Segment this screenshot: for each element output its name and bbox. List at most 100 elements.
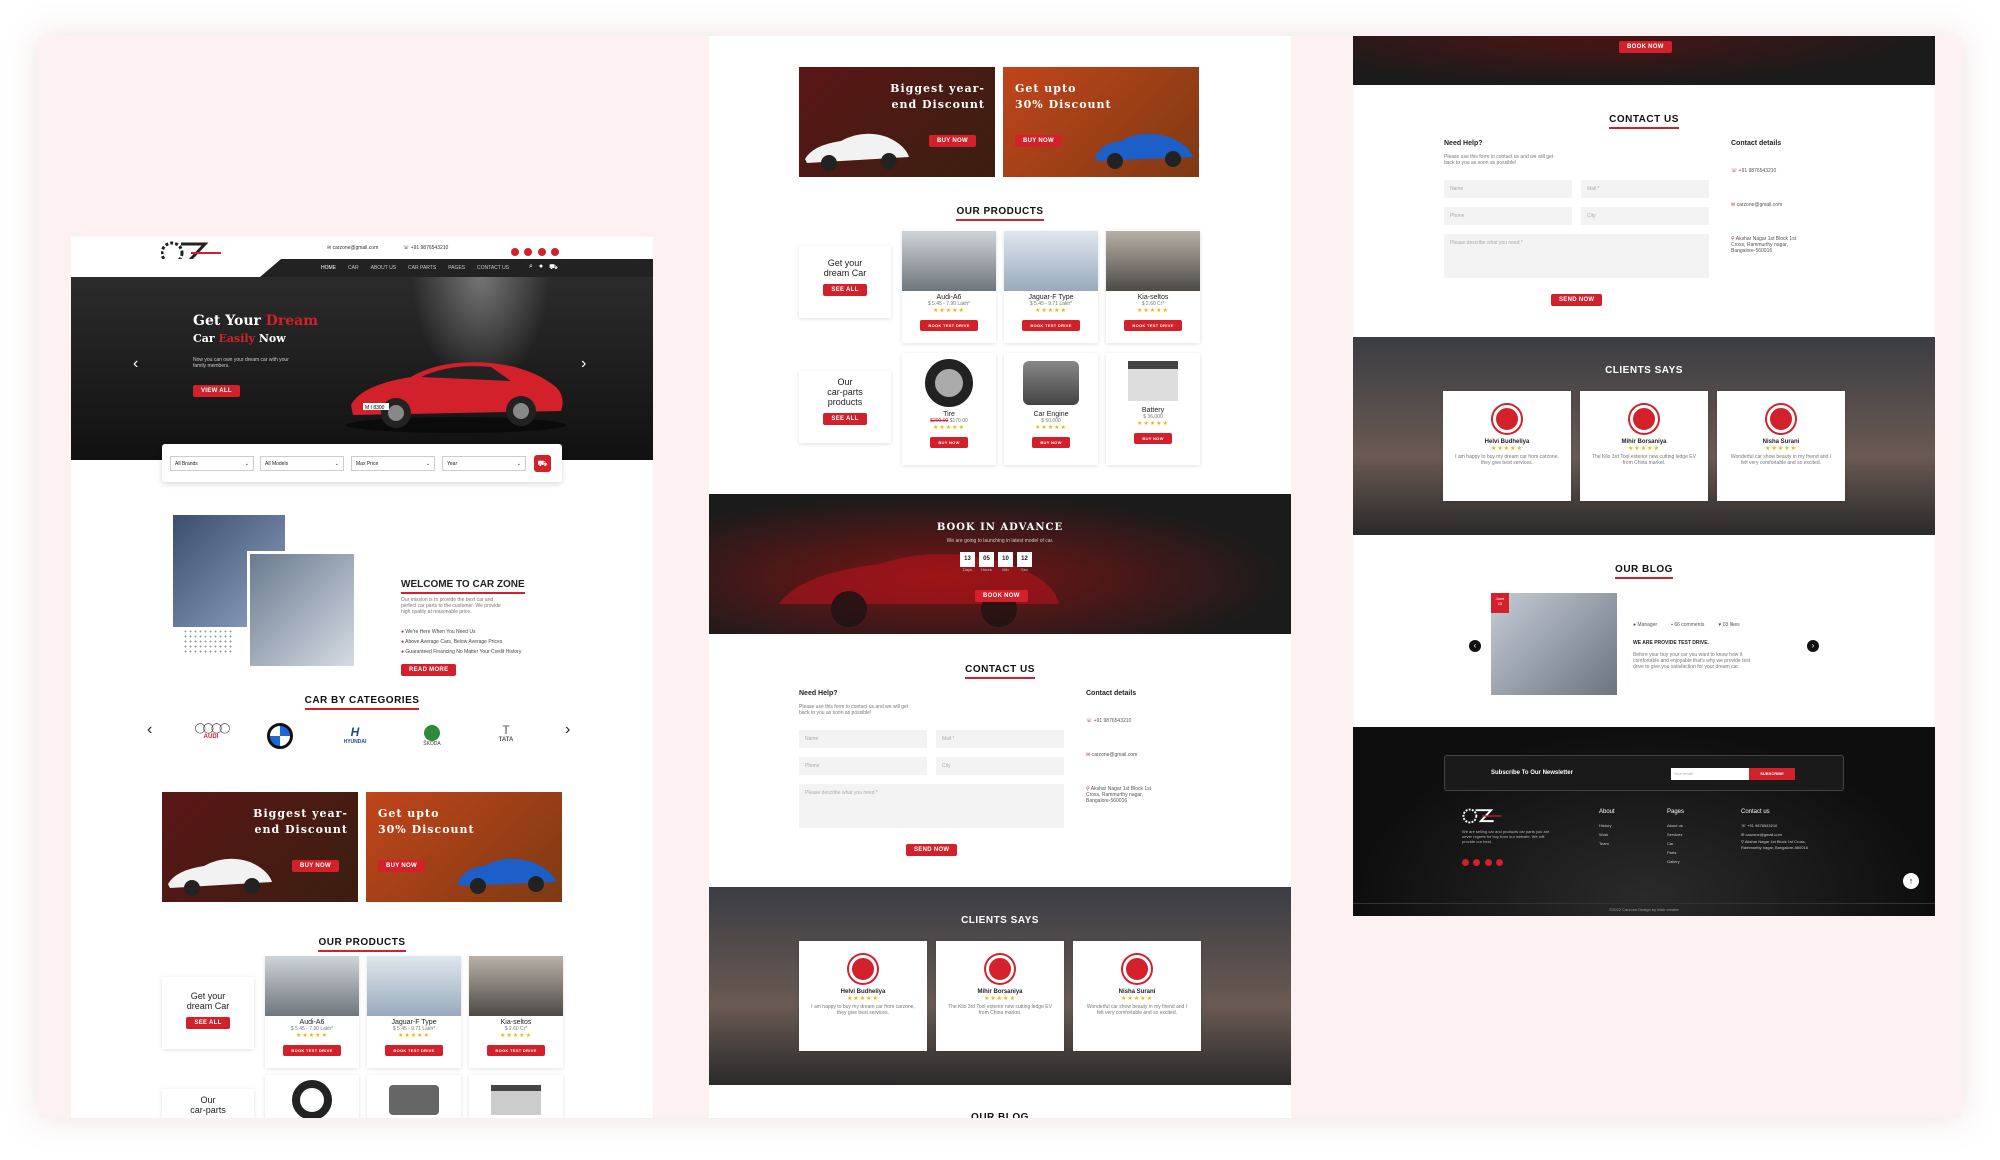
book-test-drive-button[interactable]: BOOK TEST DRIVE <box>487 1045 545 1056</box>
buy-now-button[interactable]: BUY NOW <box>930 437 968 448</box>
message-field[interactable]: Please describe what you need * <box>799 784 1064 828</box>
brand-bmw[interactable] <box>267 723 293 749</box>
contact-email[interactable]: ✉ carzone@gmail.com <box>1731 202 1782 208</box>
read-more-button[interactable]: READ MORE <box>401 664 457 676</box>
footer-link[interactable]: About us <box>1667 821 1684 830</box>
footer-link[interactable]: Parts <box>1667 848 1684 857</box>
part-card[interactable]: Tire $200.00 $170.00 ★★★★★ BUY NOW <box>902 353 996 465</box>
blog-prev-arrow[interactable]: ‹ <box>1469 640 1481 652</box>
part-card[interactable]: Car Engine $ 50,000 ★★★★★ BUY NOW <box>1004 353 1098 465</box>
hero-next-arrow[interactable]: › <box>581 355 586 373</box>
footer-link[interactable]: Work <box>1599 830 1615 839</box>
facebook-icon[interactable] <box>524 248 533 256</box>
product-card[interactable]: Kia-seltos $ 2.60 Cr* ★★★★★ BOOK TEST DR… <box>1106 231 1200 343</box>
book-now-button[interactable]: BOOK NOW <box>975 590 1028 602</box>
see-all-button[interactable]: SEE ALL <box>823 284 867 296</box>
blog-post-title[interactable]: WE ARE PROVIDE TEST DRIVE. <box>1633 640 1709 646</box>
book-test-drive-button[interactable]: BOOK TEST DRIVE <box>1124 320 1182 331</box>
part-card[interactable] <box>265 1075 359 1118</box>
book-test-drive-button[interactable]: BOOK TEST DRIVE <box>1022 320 1080 331</box>
blog-likes[interactable]: ♥ 03 likes <box>1718 622 1739 628</box>
name-field[interactable]: Name <box>1444 180 1572 198</box>
footer-logo[interactable] <box>1462 807 1506 830</box>
product-card[interactable]: Audi-A6 $ 5.45 - 7.90 Lakh* ★★★★★ BOOK T… <box>902 231 996 343</box>
footer-phone[interactable]: ☏ +91 9876543210 <box>1741 821 1821 830</box>
footer-link[interactable]: History <box>1599 821 1615 830</box>
brand-skoda[interactable]: ŠKODA <box>417 725 447 747</box>
header-email[interactable]: ✉ carzone@gmail.com <box>327 245 378 251</box>
contact-phone[interactable]: ☏ +91 9876543210 <box>1086 718 1131 724</box>
footer-email[interactable]: ✉ carzone@gmail.com <box>1741 830 1821 839</box>
contact-phone[interactable]: ☏ +91 9876543210 <box>1731 168 1776 174</box>
promo-30-discount[interactable]: Get upto 30% Discount BUY NOW <box>366 792 562 902</box>
youtube-icon[interactable] <box>1462 859 1469 866</box>
nav-contact[interactable]: CONTACT US <box>477 265 509 271</box>
cart-icon[interactable]: ⛟ <box>549 263 558 272</box>
year-select[interactable]: Year ⌄ <box>442 456 526 471</box>
buy-now-button[interactable]: BUY NOW <box>292 860 339 872</box>
name-field[interactable]: Name <box>799 730 927 748</box>
footer-link[interactable]: Team <box>1599 839 1615 848</box>
newsletter-email-input[interactable]: Your email <box>1671 768 1749 780</box>
nav-about[interactable]: ABOUT US <box>371 265 396 271</box>
instagram-icon[interactable] <box>1484 859 1492 866</box>
nav-car[interactable]: CAR <box>348 265 359 271</box>
facebook-icon[interactable] <box>1473 859 1481 866</box>
header-phone[interactable]: ☏ +91 9876543210 <box>403 245 448 251</box>
blog-author[interactable]: ● Manager <box>1633 622 1657 628</box>
send-now-button[interactable]: SEND NOW <box>1551 294 1603 306</box>
book-test-drive-button[interactable]: BOOK TEST DRIVE <box>385 1045 443 1056</box>
buy-now-button[interactable]: BUY NOW <box>929 135 976 147</box>
part-card[interactable] <box>367 1075 461 1118</box>
subscribe-button[interactable]: SUBSCRIBE <box>1749 768 1795 780</box>
model-select[interactable]: All Models ⌄ <box>260 456 344 471</box>
book-test-drive-button[interactable]: BOOK TEST DRIVE <box>283 1045 341 1056</box>
search-car-button[interactable]: ⛟ <box>534 455 551 472</box>
part-card[interactable] <box>469 1075 563 1118</box>
brand-hyundai[interactable]: H HYUNDAI <box>333 725 377 745</box>
brand-audi[interactable]: ◯◯◯◯ AUDI <box>189 723 233 740</box>
promo-year-end[interactable]: Biggest year-end Discount BUY NOW <box>799 67 995 177</box>
nav-car-parts[interactable]: CAR PARTS <box>408 265 436 271</box>
phone-field[interactable]: Phone <box>799 757 927 775</box>
product-card[interactable]: Jaguar-F Type $ 5.45 - 9.71 Lakh* ★★★★★ … <box>367 956 461 1068</box>
buy-now-button[interactable]: BUY NOW <box>378 860 425 872</box>
twitter-icon[interactable] <box>551 248 560 256</box>
book-now-button[interactable]: BOOK NOW <box>1619 41 1672 53</box>
phone-field[interactable]: Phone <box>1444 207 1572 225</box>
categories-next-arrow[interactable]: › <box>565 721 570 739</box>
footer-link[interactable]: Services <box>1667 830 1684 839</box>
price-select[interactable]: Max Price ⌄ <box>351 456 435 471</box>
city-field[interactable]: City <box>1581 207 1709 225</box>
product-card[interactable]: Audi-A6 $ 5.45 - 7.90 Lakh* ★★★★★ BOOK T… <box>265 956 359 1068</box>
buy-now-button[interactable]: BUY NOW <box>1015 135 1062 147</box>
contact-email[interactable]: ✉ carzone@gmail.com <box>1086 752 1137 758</box>
product-card[interactable]: Jaguar-F Type $ 5.45 - 9.71 Lakh* ★★★★★ … <box>1004 231 1098 343</box>
blog-next-arrow[interactable]: › <box>1807 640 1819 652</box>
city-field[interactable]: City <box>936 757 1064 775</box>
nav-home[interactable]: HOME <box>321 265 336 271</box>
product-card[interactable]: Kia-seltos $ 2.60 Cr* ★★★★★ BOOK TEST DR… <box>469 956 563 1068</box>
instagram-icon[interactable] <box>537 248 546 256</box>
blog-comments[interactable]: ▪ 66 comments <box>1671 622 1704 628</box>
user-icon[interactable]: ● <box>539 263 543 272</box>
see-all-button[interactable]: SEE ALL <box>186 1017 230 1029</box>
buy-now-button[interactable]: BUY NOW <box>1134 433 1172 444</box>
brand-tata[interactable]: T TATA <box>491 723 521 743</box>
buy-now-button[interactable]: BUY NOW <box>1032 437 1070 448</box>
see-all-button[interactable]: SEE ALL <box>823 413 867 425</box>
book-test-drive-button[interactable]: BOOK TEST DRIVE <box>920 320 978 331</box>
mail-field[interactable]: Mail * <box>1581 180 1709 198</box>
nav-pages[interactable]: PAGES <box>448 265 465 271</box>
mail-field[interactable]: Mail * <box>936 730 1064 748</box>
footer-link[interactable]: Gallery <box>1667 857 1684 866</box>
scroll-top-button[interactable]: ↑ <box>1903 873 1919 889</box>
hero-prev-arrow[interactable]: ‹ <box>133 355 138 373</box>
brand-select[interactable]: All Brands ⌄ <box>170 456 254 471</box>
part-card[interactable]: Battery $ 36,000 ★★★★★ BUY NOW <box>1106 353 1200 465</box>
message-field[interactable]: Please describe what you need * <box>1444 234 1709 278</box>
view-all-button[interactable]: VIEW ALL <box>193 385 240 397</box>
promo-year-end[interactable]: Biggest year-end Discount BUY NOW <box>162 792 358 902</box>
categories-prev-arrow[interactable]: ‹ <box>147 721 152 739</box>
promo-30-discount[interactable]: Get upto 30% Discount BUY NOW <box>1003 67 1199 177</box>
